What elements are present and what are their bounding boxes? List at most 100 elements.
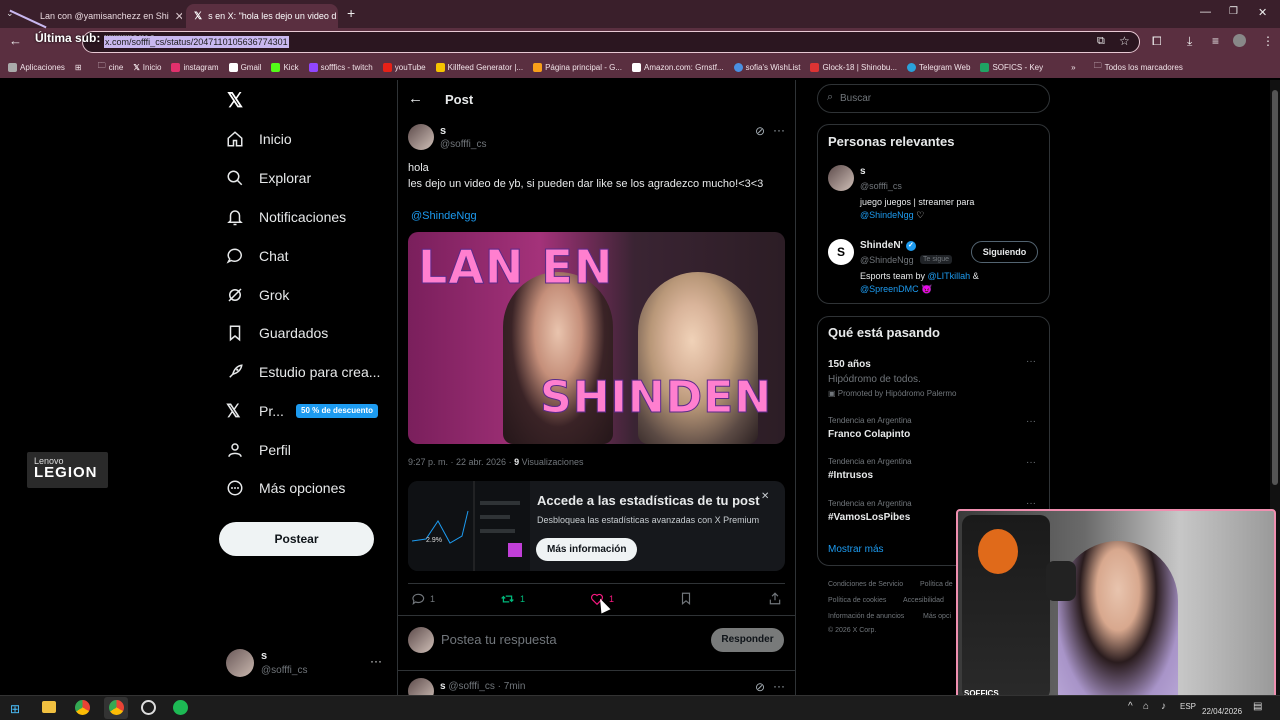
sidebar-item-premium[interactable]: 𝕏 Pr... [226,398,284,424]
obs-icon[interactable] [141,700,156,715]
person-avatar[interactable] [828,165,854,191]
trend-menu-icon[interactable]: ··· [1026,356,1036,367]
sidebar-item-explorar[interactable]: Explorar [226,165,311,191]
person-handle[interactable]: @sofffi_cs [860,181,902,191]
trend-menu-icon[interactable]: ··· [1026,416,1036,427]
shinden-logo-avatar[interactable]: S [828,239,854,265]
footer-link[interactable]: Condiciones de Servicio [828,581,903,588]
new-tab-icon[interactable]: + [347,5,355,21]
grok-icon[interactable]: ⊘ [755,680,765,694]
bookmark-item[interactable]: instagram [171,62,219,72]
bookmark-item[interactable]: Gmail [228,62,261,72]
following-button[interactable]: Siguiendo [971,241,1038,263]
windows-start-icon[interactable]: ⊞ [10,702,20,716]
x-logo-icon[interactable]: 𝕏 [227,88,243,113]
premium-discount-badge[interactable]: 50 % de descuento [296,404,379,418]
tab-twitch[interactable]: Lan con @yamisanchezz en Shi ✕ [26,4,182,28]
reply-action[interactable]: 1 [411,592,435,606]
close-promo-icon[interactable]: ✕ [761,491,769,502]
postear-button[interactable]: Postear [219,522,374,556]
chrome-icon[interactable] [75,700,90,715]
scrollbar-thumb[interactable] [1272,90,1278,485]
language-indicator[interactable]: ESP [1180,702,1196,711]
footer-link[interactable]: Política de [920,581,953,588]
network-icon[interactable]: ⌂ [1143,701,1149,712]
show-more-link[interactable]: Mostrar más [828,544,884,555]
spotify-icon[interactable] [173,700,188,715]
sidebar-item-mas-opciones[interactable]: Más opciones [226,475,345,501]
trend-title[interactable]: Franco Colapinto [828,429,910,440]
trend-title[interactable]: 150 años [828,359,871,370]
reply-menu-icon[interactable]: ··· [773,679,785,693]
tab-x-post[interactable]: 𝕏 s en X: "hola les dejo un video d ✕ [186,4,338,28]
bookmark-item[interactable]: Kick [271,62,299,72]
footer-link[interactable]: Accesibilidad [903,597,944,604]
bookmark-action[interactable] [679,591,693,606]
bookmark-item[interactable]: sofffics - twitch [308,62,373,72]
trend-title[interactable]: #VamosLosPibes [828,512,910,523]
extensions-icon[interactable]: ⧠ [1152,34,1162,49]
sidebar-item-notificaciones[interactable]: Notificaciones [226,204,346,230]
back-icon[interactable]: ← [9,33,22,48]
video-thumbnail[interactable]: LAN EN SHINDEN [408,232,785,444]
close-window-icon[interactable]: ✕ [1258,6,1267,19]
author-handle[interactable]: @sofffi_cs [440,139,486,150]
bookmark-item[interactable]: Killfeed Generator |... [435,62,523,72]
install-app-icon[interactable]: ⧉ [1097,35,1105,48]
footer-link[interactable]: Información de anuncios [828,613,904,620]
sidebar-item-grok[interactable]: Grok [226,282,289,308]
all-bookmarks-folder[interactable]: 🗀 Todos los marcadores [1094,60,1183,74]
back-arrow-icon[interactable]: ← [408,90,423,107]
bookmark-item[interactable]: Página principal - G... [533,62,622,72]
post-mention[interactable]: @ShindeNgg [411,210,477,222]
bookmark-item[interactable]: Glock-18 | Shinobu... [810,62,897,72]
bookmark-item[interactable]: SOFICS - Key [980,62,1043,72]
browser-menu-icon[interactable]: ⋮ [1262,34,1274,48]
bookmark-item[interactable]: 🗀 cine [98,60,124,74]
person-handle[interactable]: @ShindeNgg [860,255,914,265]
account-menu-icon[interactable]: ··· [370,654,382,668]
post-menu-icon[interactable]: ··· [773,123,785,137]
sidebar-item-perfil[interactable]: Perfil [226,437,291,463]
person-name[interactable]: s [860,166,866,177]
taskbar-active-chrome[interactable] [104,697,128,719]
tray-chevron-icon[interactable]: ^ [1128,701,1133,712]
sidebar-item-inicio[interactable]: Inicio [226,126,292,152]
account-avatar[interactable] [226,649,254,677]
volume-icon[interactable]: ♪ [1161,701,1166,712]
bookmark-item[interactable]: 𝕏 Inicio [133,63,161,72]
trend-menu-icon[interactable]: ··· [1026,498,1036,509]
grok-icon[interactable]: ⊘ [755,124,765,138]
repost-action[interactable]: 1 [500,592,525,606]
footer-link[interactable]: Política de cookies [828,597,886,604]
profile-avatar-icon[interactable] [1233,34,1246,47]
more-bookmarks-icon[interactable]: » [1071,63,1075,72]
share-action[interactable] [768,591,782,606]
url-text[interactable]: x.com/sofffi_cs/status/20471101056367743… [104,36,289,48]
author-avatar[interactable] [408,124,434,150]
person-name[interactable]: ShindeN' ✓ [860,240,916,251]
taskbar-date[interactable]: 22/04/2026 [1202,707,1242,716]
file-explorer-icon[interactable] [42,701,56,713]
footer-link[interactable]: Más opci [923,613,951,620]
bookmark-item[interactable]: ⊞ [75,63,82,72]
notifications-icon[interactable]: ▤ [1253,701,1262,712]
bookmark-star-icon[interactable]: ☆ [1119,34,1130,48]
restore-icon[interactable]: ❐ [1229,6,1238,17]
sidebar-item-estudio[interactable]: Estudio para crea... [226,359,380,385]
minimize-icon[interactable]: — [1200,6,1211,18]
media-controls-icon[interactable]: ≡ [1212,34,1219,48]
search-box[interactable]: ⌕ Buscar [817,84,1050,113]
reply-button[interactable]: Responder [711,628,784,652]
trend-title[interactable]: #Intrusos [828,470,873,481]
bookmark-item[interactable]: Amazon.com: Grnstf... [632,62,724,72]
bookmark-item[interactable]: Telegram Web [907,62,970,72]
bookmark-item[interactable]: sofia's WishList [733,62,800,72]
downloads-icon[interactable]: ⤓ [1187,34,1192,49]
bookmark-item[interactable]: youTube [382,62,426,72]
close-tab-icon[interactable]: ✕ [175,10,182,23]
author-name[interactable]: s [440,125,446,137]
sidebar-item-chat[interactable]: Chat [226,243,289,269]
reply-input[interactable]: Postea tu respuesta [441,632,557,647]
bookmark-item[interactable]: Aplicaciones [8,62,65,72]
